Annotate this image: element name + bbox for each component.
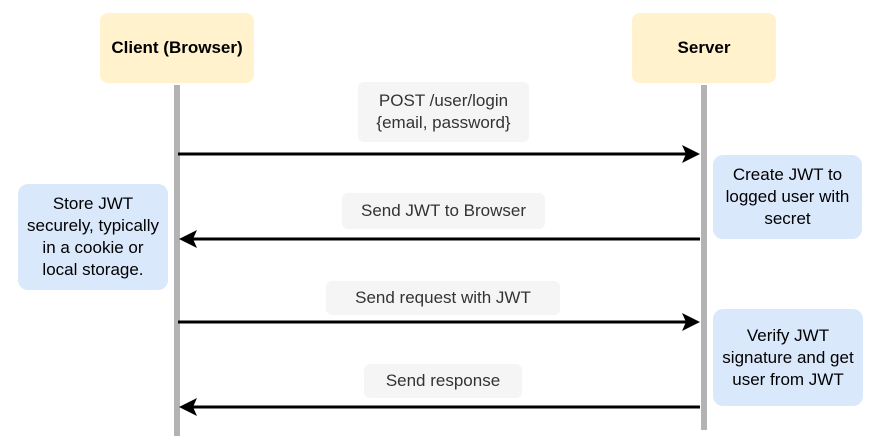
send-response-message-label: Send response [364, 364, 522, 398]
login-message-line1: POST /user/login [378, 91, 509, 110]
send-request-message-label: Send request with JWT [326, 281, 560, 315]
verify-jwt-note: Verify JWT signature and get user from J… [713, 309, 863, 406]
login-message-line2: {email, password} [376, 113, 511, 132]
create-jwt-note: Create JWT to logged user with secret [713, 155, 862, 239]
login-message-label: POST /user/login {email, password} [358, 82, 529, 142]
store-jwt-note: Store JWT securely, typically in a cooki… [18, 184, 168, 290]
send-jwt-message-label: Send JWT to Browser [342, 193, 545, 229]
